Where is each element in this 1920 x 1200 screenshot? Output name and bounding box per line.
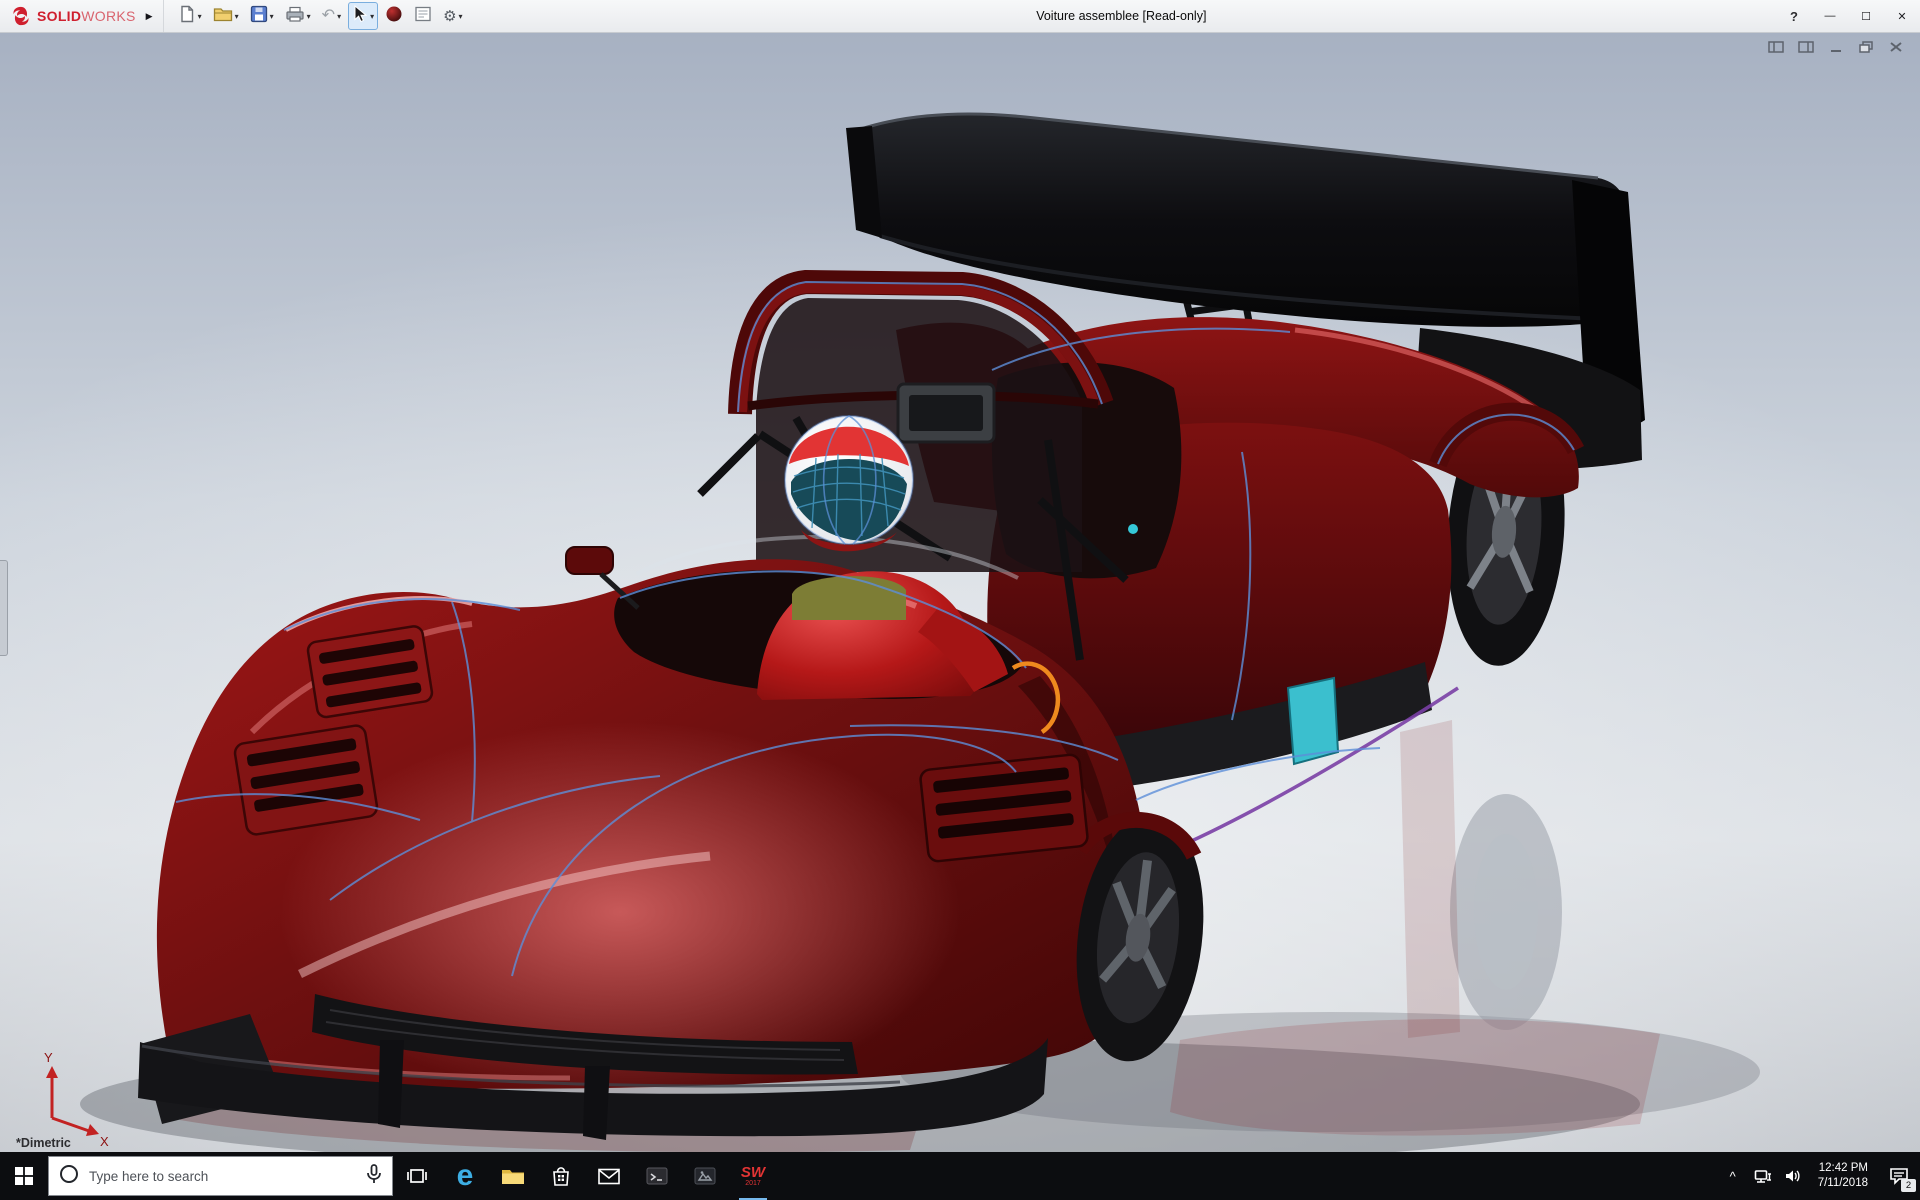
tile-right-icon[interactable]	[1798, 40, 1814, 54]
taskbar-console[interactable]	[633, 1152, 681, 1200]
options-button[interactable]: ⚙ ▾	[439, 2, 466, 30]
taskbar-store[interactable]	[537, 1152, 585, 1200]
louver-panel-left-upper[interactable]	[307, 625, 433, 718]
mail-envelope-icon	[598, 1168, 620, 1185]
view-orientation-label: *Dimetric	[16, 1136, 71, 1150]
tile-left-icon[interactable]	[1768, 40, 1784, 54]
taskbar-media-viewer[interactable]	[681, 1152, 729, 1200]
document-title: Voiture assemblee [Read-only]	[467, 9, 1776, 23]
quick-access-toolbar: ▾ ▾ ▾ ▾ ↶ ▾ ▾	[164, 2, 467, 30]
brand-text: SOLIDWORKS	[37, 8, 136, 24]
store-bag-icon	[551, 1165, 571, 1187]
window-controls: ? — ☐ ✕	[1776, 0, 1920, 32]
new-document-button[interactable]: ▾	[174, 2, 206, 30]
louver-panel-right[interactable]	[920, 754, 1089, 862]
chevron-down-icon[interactable]: ▾	[370, 12, 374, 21]
windows-taskbar: e	[0, 1152, 1920, 1200]
taskbar-edge[interactable]: e	[441, 1152, 489, 1200]
select-tool-button[interactable]: ▾	[348, 2, 378, 30]
appearance-button[interactable]	[381, 2, 407, 30]
taskbar-clock[interactable]: 12:42 PM 7/11/2018	[1808, 1161, 1878, 1191]
open-folder-icon	[213, 5, 233, 28]
chevron-down-icon[interactable]: ▾	[270, 12, 274, 21]
solidworks-window: SOLIDWORKS ▶ ▾ ▾ ▾ ▾ ↶ ▾	[0, 0, 1920, 1200]
taskbar-solidworks[interactable]: SW2017	[729, 1152, 777, 1200]
task-view-icon	[406, 1166, 428, 1186]
solidworks-logo: SOLIDWORKS	[0, 0, 140, 32]
close-button[interactable]: ✕	[1884, 0, 1920, 32]
gear-icon: ⚙	[443, 9, 456, 24]
minimize-button[interactable]: —	[1812, 0, 1848, 32]
undo-button[interactable]: ↶ ▾	[318, 2, 345, 30]
microphone-icon[interactable]	[365, 1164, 383, 1189]
system-tray: ^ 12:42 PM 7/11/2018 2	[1718, 1152, 1920, 1200]
windows-logo-icon	[15, 1167, 33, 1185]
clock-time: 12:42 PM	[1818, 1161, 1868, 1176]
intake-box	[898, 384, 994, 442]
photo-viewer-icon	[694, 1165, 716, 1187]
action-center-button[interactable]: 2	[1878, 1152, 1920, 1200]
notification-badge: 2	[1901, 1179, 1916, 1192]
chevron-down-icon[interactable]: ▾	[459, 12, 463, 21]
network-icon[interactable]	[1748, 1152, 1778, 1200]
material-ball-icon	[385, 5, 403, 28]
doc-minimize-icon[interactable]	[1828, 40, 1844, 54]
console-icon	[646, 1165, 668, 1187]
save-floppy-icon	[250, 5, 268, 28]
doc-close-icon[interactable]	[1888, 40, 1904, 54]
taskbar-file-explorer[interactable]	[489, 1152, 537, 1200]
title-bar: SOLIDWORKS ▶ ▾ ▾ ▾ ▾ ↶ ▾	[0, 0, 1920, 33]
ds-swirl-icon	[10, 5, 32, 27]
clock-date: 7/11/2018	[1818, 1176, 1868, 1191]
chevron-down-icon[interactable]: ▾	[337, 12, 341, 21]
start-button[interactable]	[0, 1152, 48, 1200]
volume-icon[interactable]	[1778, 1152, 1808, 1200]
undo-icon: ↶	[322, 8, 335, 24]
triad-y-label: Y	[44, 1050, 53, 1065]
cursor-arrow-icon	[352, 5, 368, 28]
save-button[interactable]: ▾	[246, 2, 278, 30]
chevron-down-icon[interactable]: ▾	[307, 12, 311, 21]
task-view-button[interactable]	[393, 1152, 441, 1200]
folder-icon	[501, 1166, 525, 1186]
open-button[interactable]: ▾	[209, 2, 243, 30]
chevron-down-icon[interactable]: ▾	[198, 12, 202, 21]
document-window-controls	[1768, 40, 1904, 54]
search-input[interactable]	[87, 1168, 358, 1185]
3d-scene[interactable]: Y X	[0, 32, 1920, 1152]
new-document-icon	[178, 5, 196, 28]
help-button[interactable]: ?	[1776, 9, 1812, 24]
hidden-icons-chevron[interactable]: ^	[1718, 1152, 1748, 1200]
triad-x-label: X	[100, 1134, 109, 1149]
taskbar-search[interactable]	[48, 1156, 393, 1196]
panel-splitter-handle[interactable]	[0, 560, 8, 656]
drawing-sheet-button[interactable]	[410, 2, 436, 30]
menu-flyout-arrow[interactable]: ▶	[140, 0, 164, 32]
graphics-viewport[interactable]: Y X *Dimetric	[0, 32, 1920, 1152]
drawing-sheet-icon	[414, 5, 432, 28]
chevron-down-icon[interactable]: ▾	[235, 12, 239, 21]
doc-restore-icon[interactable]	[1858, 40, 1874, 54]
maximize-button[interactable]: ☐	[1848, 0, 1884, 32]
print-button[interactable]: ▾	[281, 2, 315, 30]
print-icon	[285, 5, 305, 28]
louver-panel-left-lower[interactable]	[234, 724, 379, 836]
edge-icon: e	[457, 1161, 474, 1191]
collar	[792, 576, 906, 620]
taskbar-mail[interactable]	[585, 1152, 633, 1200]
cortana-icon[interactable]	[58, 1163, 80, 1190]
solidworks-app-icon: SW2017	[741, 1165, 765, 1187]
